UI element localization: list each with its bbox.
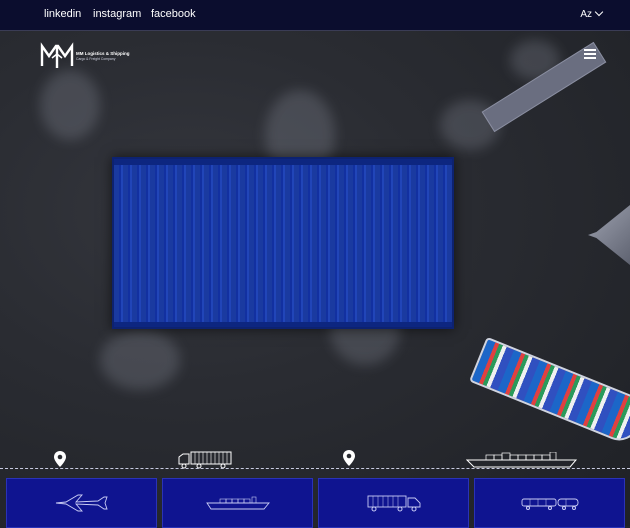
brand-logo[interactable]: MM Logistics & Shipping Cargo & Freight … [40,42,132,70]
service-card-rail[interactable] [474,478,625,528]
ship-icon [466,452,578,468]
truck-icon [367,495,420,512]
truck-icon [178,451,232,469]
shipping-container [112,157,454,329]
hamburger-icon[interactable] [584,49,596,59]
facebook-link[interactable]: facebook [151,8,196,20]
airplane-icon [55,494,108,512]
container-slot [198,322,222,325]
brand-name: MM Logistics & Shipping [76,51,130,56]
top-bar: linkedin instagram facebook Az [0,0,630,31]
cargo-ship-icon [205,496,270,510]
container-slot [282,322,306,325]
chevron-down-icon [594,7,604,17]
route-line [0,468,630,469]
map-pin-icon [54,451,66,467]
brand-tagline: Cargo & Freight Company [76,57,116,61]
language-label: Az [580,9,592,20]
service-card-air[interactable] [6,478,157,528]
logo-mark-icon [40,42,74,68]
instagram-link[interactable]: instagram [93,8,141,20]
service-card-sea[interactable] [162,478,313,528]
train-icon [521,498,578,510]
service-card-road[interactable] [318,478,469,528]
linkedin-link[interactable]: linkedin [44,8,81,20]
map-pin-icon [343,450,355,466]
cloud [40,70,100,140]
language-selector[interactable]: Az [580,7,604,20]
cloud [100,330,180,390]
